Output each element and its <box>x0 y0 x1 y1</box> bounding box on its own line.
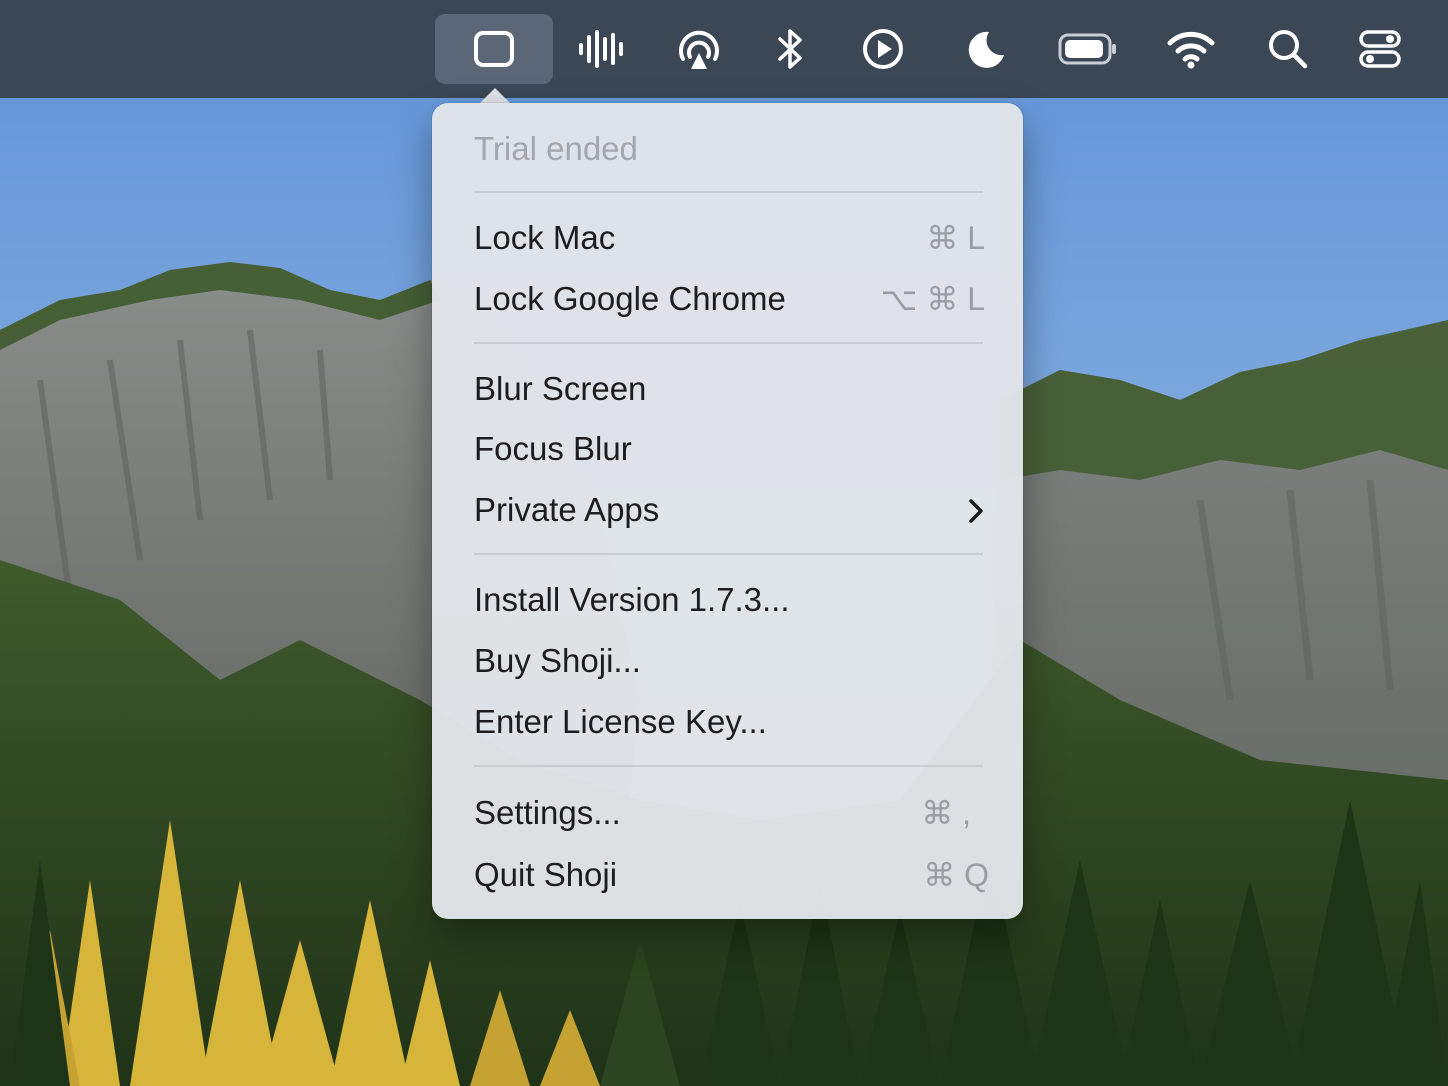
menu-item-focus-blur[interactable]: Focus Blur <box>474 429 985 469</box>
menu-separator <box>474 342 983 344</box>
menu-item-lock-mac[interactable]: Lock Mac ⌘ L <box>474 218 985 258</box>
lock-mac-label: Lock Mac <box>474 219 616 256</box>
menu-bar <box>0 0 1448 98</box>
menu-item-quit-shoji[interactable]: Quit Shoji ⌘ Q <box>474 855 989 895</box>
bluetooth-icon[interactable] <box>760 14 820 84</box>
moon-icon[interactable] <box>956 14 1016 84</box>
menu-item-install-version[interactable]: Install Version 1.7.3... <box>474 580 985 620</box>
menu-item-blur-screen[interactable]: Blur Screen <box>474 369 985 409</box>
menu-item-private-apps[interactable]: Private Apps <box>474 490 985 530</box>
airplay-audio-icon[interactable] <box>666 14 732 84</box>
menu-item-lock-google-chrome[interactable]: Lock Google Chrome ⌥ ⌘ L <box>474 279 985 319</box>
lock-chrome-shortcut: ⌥ ⌘ L <box>880 281 985 317</box>
control-center-icon[interactable] <box>1350 14 1410 84</box>
lock-mac-shortcut: ⌘ L <box>926 220 985 256</box>
blur-screen-label: Blur Screen <box>474 370 647 407</box>
menu-separator <box>474 191 983 193</box>
shoji-app-icon[interactable] <box>435 14 553 84</box>
private-apps-label: Private Apps <box>474 491 660 528</box>
menu-separator <box>474 765 983 767</box>
menu-item-trial-status: Trial ended <box>474 129 985 169</box>
buy-shoji-label: Buy Shoji... <box>474 642 641 679</box>
wifi-icon[interactable] <box>1160 14 1222 84</box>
menu-pointer <box>479 88 511 104</box>
battery-icon[interactable] <box>1052 14 1124 84</box>
search-icon[interactable] <box>1258 14 1318 84</box>
menu-item-buy-shoji[interactable]: Buy Shoji... <box>474 641 985 681</box>
install-version-label: Install Version 1.7.3... <box>474 581 790 618</box>
play-circle-icon[interactable] <box>852 14 914 84</box>
shoji-menu: Trial ended Lock Mac ⌘ L Lock Google Chr… <box>432 103 1023 919</box>
lock-chrome-label: Lock Google Chrome <box>474 280 786 317</box>
quit-shoji-label: Quit Shoji <box>474 856 618 893</box>
chevron-right-icon <box>969 499 983 523</box>
enter-license-key-label: Enter License Key... <box>474 703 767 740</box>
menu-item-settings[interactable]: Settings... ⌘ , <box>474 793 985 833</box>
menu-item-enter-license-key[interactable]: Enter License Key... <box>474 702 985 742</box>
screen: Trial ended Lock Mac ⌘ L Lock Google Chr… <box>0 0 1448 1086</box>
trial-status-label: Trial ended <box>474 130 638 167</box>
audio-waveform-icon[interactable] <box>568 14 634 84</box>
quit-shortcut: ⌘ Q <box>923 857 989 893</box>
menu-separator <box>474 553 983 555</box>
settings-label: Settings... <box>474 794 621 831</box>
focus-blur-label: Focus Blur <box>474 430 632 467</box>
settings-shortcut: ⌘ , <box>921 795 971 831</box>
